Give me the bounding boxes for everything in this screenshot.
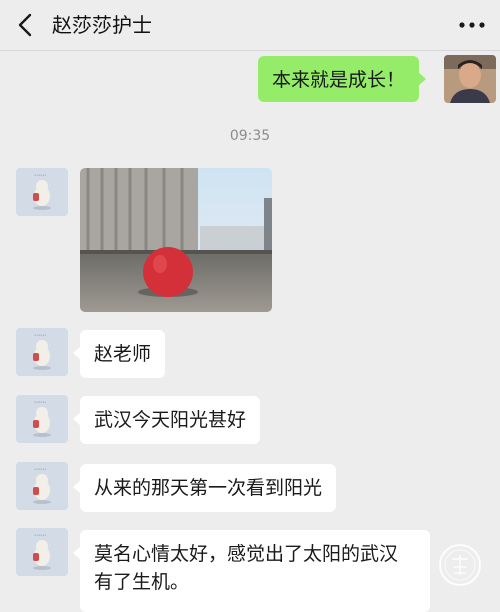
message-text: 从来的那天第一次看到阳光 xyxy=(94,477,323,499)
my-avatar[interactable] xyxy=(444,55,496,103)
cartoon-avatar: ⋯⋯ xyxy=(16,328,68,376)
chevron-left-icon xyxy=(18,13,32,37)
received-message-bubble[interactable]: 武汉今天阳光甚好 xyxy=(72,396,261,444)
message-text: 赵老师 xyxy=(94,343,152,365)
watermark-stamp-icon xyxy=(438,543,482,587)
svg-text:⋯⋯: ⋯⋯ xyxy=(34,532,46,539)
more-button[interactable] xyxy=(450,6,494,44)
contact-avatar[interactable]: ⋯⋯ xyxy=(16,168,68,216)
svg-text:⋯⋯: ⋯⋯ xyxy=(34,399,46,406)
contact-avatar[interactable]: ⋯⋯ xyxy=(16,395,68,443)
contact-avatar[interactable]: ⋯⋯ xyxy=(16,328,68,376)
cartoon-avatar: ⋯⋯ xyxy=(16,168,68,216)
timestamp: 09:35 xyxy=(229,128,271,144)
svg-text:⋯⋯: ⋯⋯ xyxy=(34,332,46,339)
svg-text:⋯⋯: ⋯⋯ xyxy=(34,172,46,179)
more-dots-icon xyxy=(459,22,485,28)
received-message-bubble[interactable]: 赵老师 xyxy=(72,330,166,378)
sent-message-text: 本来就是成长！ xyxy=(272,69,406,91)
header-divider xyxy=(0,50,500,51)
chat-header: 赵莎莎护士 xyxy=(0,0,500,50)
cartoon-avatar: ⋯⋯ xyxy=(16,462,68,510)
received-message-bubble[interactable]: 从来的那天第一次看到阳光 xyxy=(72,464,337,512)
back-button[interactable] xyxy=(10,6,44,44)
svg-text:⋯⋯: ⋯⋯ xyxy=(34,466,46,473)
cartoon-avatar: ⋯⋯ xyxy=(16,528,68,576)
apple-by-window-photo xyxy=(80,168,272,312)
image-message[interactable] xyxy=(80,168,272,312)
chat-title: 赵莎莎护士 xyxy=(52,13,152,37)
contact-avatar[interactable]: ⋯⋯ xyxy=(16,528,68,576)
received-message-bubble[interactable]: 莫名心情太好，感觉出了太阳的武汉有了生机。 xyxy=(73,530,430,612)
contact-avatar[interactable]: ⋯⋯ xyxy=(16,462,68,510)
person-photo-avatar xyxy=(444,55,496,103)
cartoon-avatar: ⋯⋯ xyxy=(16,395,68,443)
sent-message-bubble[interactable]: 本来就是成长！ xyxy=(258,56,427,102)
message-text: 莫名心情太好，感觉出了太阳的武汉有了生机。 xyxy=(94,543,399,593)
message-text: 武汉今天阳光甚好 xyxy=(94,409,247,431)
